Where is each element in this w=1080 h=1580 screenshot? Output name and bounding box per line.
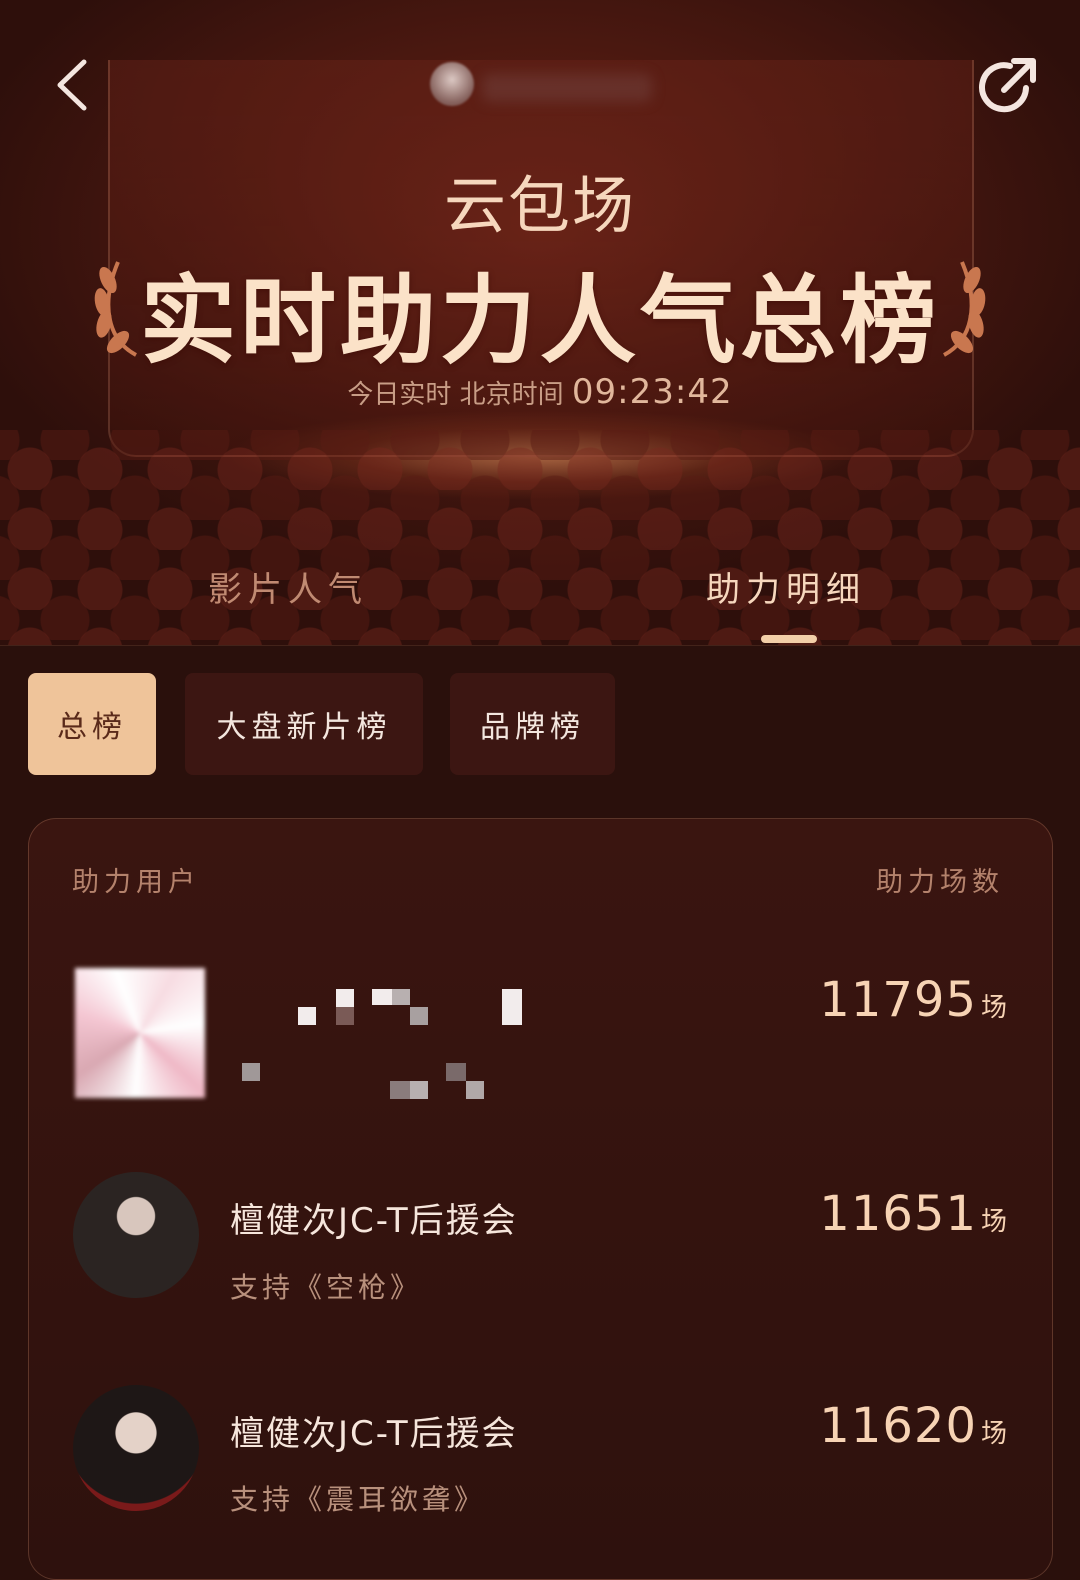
count-value: 11620 [819, 1398, 977, 1454]
support-count: 11795 场 [819, 972, 1008, 1028]
count-unit: 场 [980, 993, 1008, 1023]
tab-bar: 影片人气 助力明细 [0, 540, 1080, 646]
app-name-blurred [482, 74, 652, 102]
user-name: 檀健次JC-T后援会 [230, 1201, 518, 1241]
count-value: 11795 [819, 972, 977, 1028]
active-tab-indicator [761, 635, 817, 643]
support-count: 11620 场 [819, 1398, 1008, 1454]
app-logo [430, 62, 474, 106]
chevron-left-icon [57, 59, 87, 111]
back-button[interactable] [52, 58, 92, 112]
filter-new-releases[interactable]: 大盘新片榜 [185, 673, 423, 775]
column-header-user: 助力用户 [72, 867, 200, 898]
share-icon [979, 58, 1036, 113]
filter-brand[interactable]: 品牌榜 [450, 673, 615, 775]
count-value: 11651 [819, 1186, 977, 1242]
realtime-clock: 09:23:42 [571, 372, 733, 412]
count-unit: 场 [980, 1207, 1008, 1237]
filter-total[interactable]: 总榜 [28, 673, 156, 775]
blurred-username [240, 985, 540, 1125]
realtime-label: 今日实时 北京时间 [347, 380, 564, 410]
page-subtitle: 云包场 [443, 169, 636, 242]
support-count: 11651 场 [819, 1186, 1008, 1242]
user-name: 檀健次JC-T后援会 [230, 1414, 518, 1454]
count-unit: 场 [980, 1419, 1008, 1449]
avatar [73, 1172, 199, 1298]
support-film: 支持《空枪》 [230, 1271, 423, 1304]
support-film: 支持《震耳欲聋》 [230, 1483, 487, 1516]
tab-film-popularity[interactable]: 影片人气 [208, 562, 368, 611]
avatar [75, 968, 205, 1098]
tab-support-detail[interactable]: 助力明细 [706, 562, 866, 611]
column-header-count: 助力场数 [876, 867, 1004, 898]
realtime-info: 今日实时 北京时间 09:23:42 [0, 372, 1080, 412]
page-title: 实时助力人气总榜 [140, 265, 940, 377]
share-button[interactable] [974, 52, 1042, 120]
avatar [73, 1385, 199, 1511]
